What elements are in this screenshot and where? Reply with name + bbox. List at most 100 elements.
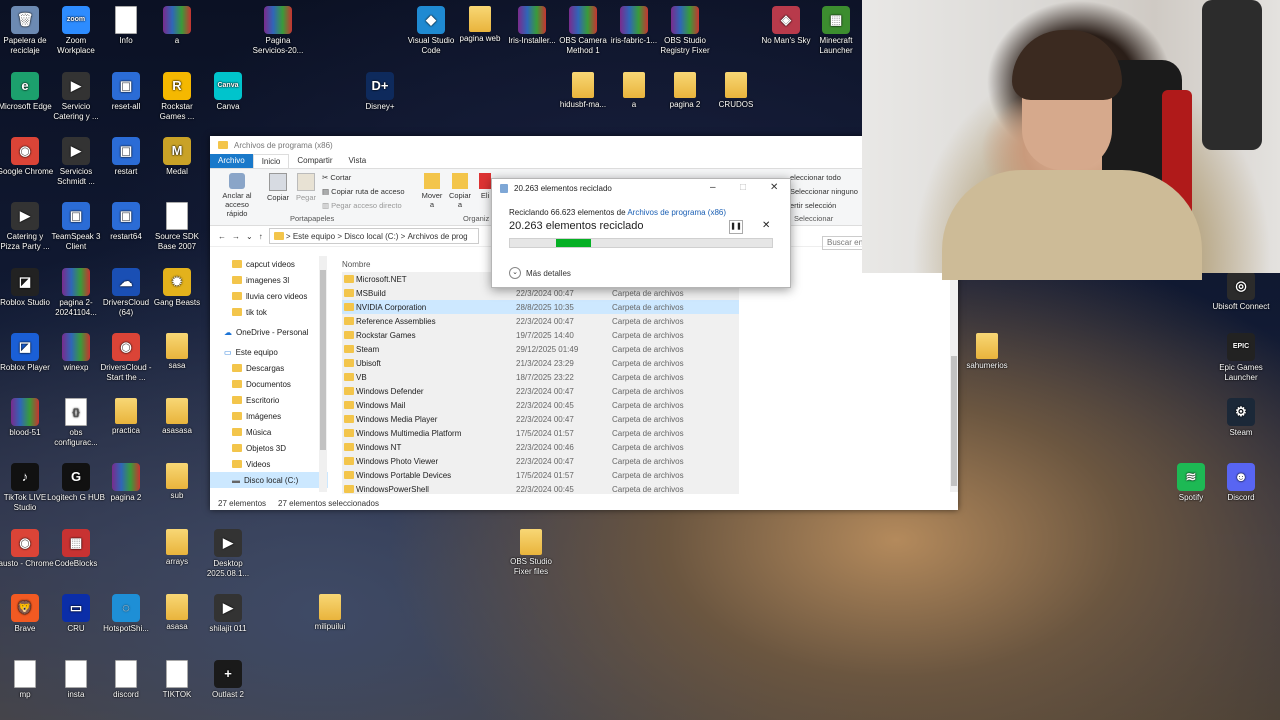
- delete-button[interactable]: Eli: [478, 173, 492, 200]
- nav-item[interactable]: Descargas: [210, 360, 328, 376]
- chevron-down-icon[interactable]: ⌄: [246, 232, 253, 241]
- desktop-icon[interactable]: ▶ Desktop 2025.08.1...: [199, 529, 257, 579]
- desktop-icon[interactable]: ▣ restart64: [97, 202, 155, 242]
- up-arrow-icon[interactable]: ↑: [259, 232, 263, 241]
- desktop-icon[interactable]: ◪ Roblox Player: [0, 333, 54, 373]
- nav-item[interactable]: Objetos 3D: [210, 440, 328, 456]
- desktop-icon[interactable]: milipuilui: [301, 594, 359, 632]
- desktop-icon[interactable]: arrays: [148, 529, 206, 567]
- desktop-icon[interactable]: Iris-Installer...: [503, 6, 561, 46]
- nav-item[interactable]: Imágenes: [210, 408, 328, 424]
- desktop-icon[interactable]: sasa: [148, 333, 206, 371]
- desktop-icon[interactable]: ▦ CodeBlocks: [47, 529, 105, 569]
- nav-item[interactable]: tik tok: [210, 304, 328, 320]
- breadcrumb[interactable]: > Este equipo > Disco local (C:) > Archi…: [268, 228, 479, 244]
- tab-inicio[interactable]: Inicio: [252, 154, 290, 168]
- desktop-icon[interactable]: OBS Camera Method 1: [554, 6, 612, 56]
- tab-archivo[interactable]: Archivo: [210, 154, 253, 168]
- crumb-disco-local[interactable]: Disco local (C:): [344, 232, 398, 241]
- minimize-icon[interactable]: –: [710, 182, 716, 193]
- crumb-archivos[interactable]: Archivos de prog: [408, 232, 468, 241]
- desktop-icon[interactable]: sub: [148, 463, 206, 501]
- file-scroll-thumb[interactable]: [951, 356, 957, 486]
- desktop-icon[interactable]: sahumerios: [958, 333, 1016, 371]
- desktop-icon[interactable]: OBS Studio Registry Fixer: [656, 6, 714, 56]
- nav-scrollbar[interactable]: [319, 256, 327, 492]
- file-row[interactable]: MSBuild 22/3/2024 00:47 Carpeta de archivo…: [342, 286, 739, 300]
- file-row[interactable]: Reference Assemblies 22/3/2024 00:47 Carpe…: [342, 314, 739, 328]
- desktop-icon[interactable]: + Outlast 2: [199, 660, 257, 700]
- desktop-icon[interactable]: hidusbf-ma...: [554, 72, 612, 110]
- file-row[interactable]: Windows Media Player 22/3/2024 00:47 Carpe…: [342, 412, 739, 426]
- select-all-button[interactable]: eleccionar todo: [790, 173, 841, 182]
- file-row[interactable]: Windows Defender 22/3/2024 00:47 Carpeta d…: [342, 384, 739, 398]
- desktop-icon[interactable]: ◌ HotspotShi...: [97, 594, 155, 634]
- file-row[interactable]: Windows Multimedia Platform 17/5/2024 01:…: [342, 426, 739, 440]
- file-row[interactable]: Rockstar Games 19/7/2025 14:40 Carpeta de …: [342, 328, 739, 342]
- move-to-button[interactable]: Mover a: [420, 173, 444, 209]
- more-details-button[interactable]: ⌄ Más detalles: [509, 267, 571, 279]
- desktop-icon[interactable]: practica: [97, 398, 155, 436]
- copy-button[interactable]: Copiar: [266, 173, 290, 202]
- desktop-icon[interactable]: blood-51: [0, 398, 54, 438]
- nav-item[interactable]: ☁ OneDrive - Personal: [210, 324, 328, 340]
- desktop-icon[interactable]: ▶ Catering y Pizza Party ...: [0, 202, 54, 252]
- desktop-icon[interactable]: ☻ Discord: [1212, 463, 1270, 503]
- copy-to-button[interactable]: Copiar a: [448, 173, 472, 209]
- desktop-icon[interactable]: Source SDK Base 2007: [148, 202, 206, 252]
- nav-scroll-thumb[interactable]: [320, 270, 326, 450]
- file-row[interactable]: Windows Mail 22/3/2024 00:45 Carpeta de ar…: [342, 398, 739, 412]
- nav-item[interactable]: Documentos: [210, 376, 328, 392]
- copy-path-button[interactable]: ▤ Copiar ruta de acceso: [322, 187, 405, 196]
- desktop-icon[interactable]: Pagina Servicios-20...: [249, 6, 307, 56]
- desktop-icon[interactable]: ♪ TikTok LIVE Studio: [0, 463, 54, 513]
- tab-compartir[interactable]: Compartir: [289, 154, 340, 168]
- file-row[interactable]: NVIDIA Corporation 28/8/2025 10:35 Carpeta…: [342, 300, 739, 314]
- file-row[interactable]: Windows Photo Viewer 22/3/2024 00:47 Carpe…: [342, 454, 739, 468]
- desktop-icon[interactable]: 🗑 Papelera de reciclaje: [0, 6, 54, 56]
- crumb-este-equipo[interactable]: Este equipo: [293, 232, 335, 241]
- paste-shortcut-button[interactable]: ▥ Pegar acceso directo: [322, 201, 402, 210]
- tab-vista[interactable]: Vista: [341, 154, 375, 168]
- desktop-icon[interactable]: iris-fabric-1...: [605, 6, 663, 46]
- desktop-icon[interactable]: asasa: [148, 594, 206, 632]
- desktop-icon[interactable]: ◉ fausto - Chrome: [0, 529, 54, 569]
- desktop-icon[interactable]: pagina web: [451, 6, 509, 44]
- desktop-icon[interactable]: M Medal: [148, 137, 206, 177]
- desktop-icon[interactable]: e Microsoft Edge: [0, 72, 54, 112]
- nav-item[interactable]: lluvia cero videos: [210, 288, 328, 304]
- desktop-icon[interactable]: pagina 2: [656, 72, 714, 110]
- desktop-icon[interactable]: ✹ Gang Beasts: [148, 268, 206, 308]
- file-row[interactable]: Windows NT 22/3/2024 00:46 Carpeta de arch…: [342, 440, 739, 454]
- desktop-icon[interactable]: Canva Canva: [199, 72, 257, 112]
- desktop-icon[interactable]: ◪ Roblox Studio: [0, 268, 54, 308]
- desktop-icon[interactable]: ◎ Ubisoft Connect: [1212, 272, 1270, 312]
- forward-arrow-icon[interactable]: →: [232, 232, 240, 241]
- pin-button[interactable]: Anclar al acceso rápido: [216, 173, 258, 218]
- desktop-icon[interactable]: ▣ reset-all: [97, 72, 155, 112]
- desktop-icon[interactable]: ◉ Google Chrome: [0, 137, 54, 177]
- file-row[interactable]: Ubisoft 21/3/2024 23:29 Carpeta de archivo…: [342, 356, 739, 370]
- desktop-icon[interactable]: asasasa: [148, 398, 206, 436]
- desktop-icon[interactable]: ⚙ Steam: [1212, 398, 1270, 438]
- desktop-icon[interactable]: ▶ shilajit 011: [199, 594, 257, 634]
- desktop-icon[interactable]: discord: [97, 660, 155, 700]
- column-header-name[interactable]: Nombre: [342, 260, 370, 269]
- file-row[interactable]: VB 18/7/2025 23:22 Carpeta de archivos: [342, 370, 739, 384]
- cut-button[interactable]: ✂ Cortar: [322, 173, 351, 182]
- desktop-icon[interactable]: D+ Disney+: [351, 72, 409, 112]
- destination-link[interactable]: Archivos de programa (x86): [627, 208, 726, 217]
- desktop-icon[interactable]: ◉ DriversCloud - Start the ...: [97, 333, 155, 383]
- desktop-icon[interactable]: mp: [0, 660, 54, 700]
- file-row[interactable]: WindowsPowerShell 22/3/2024 00:45 Carpeta …: [342, 482, 739, 494]
- nav-item[interactable]: Videos: [210, 456, 328, 472]
- desktop-icon[interactable]: ▦ Minecraft Launcher: [807, 6, 865, 56]
- file-row[interactable]: Steam 29/12/2025 01:49 Carpeta de archivos: [342, 342, 739, 356]
- desktop-icon[interactable]: a: [148, 6, 206, 46]
- desktop-icon[interactable]: a: [605, 72, 663, 110]
- file-scrollbar[interactable]: [950, 256, 958, 492]
- nav-item[interactable]: Música: [210, 424, 328, 440]
- nav-item[interactable]: ▭ Este equipo: [210, 344, 328, 360]
- nav-item[interactable]: imagenes 3l: [210, 272, 328, 288]
- desktop-icon[interactable]: ▣ restart: [97, 137, 155, 177]
